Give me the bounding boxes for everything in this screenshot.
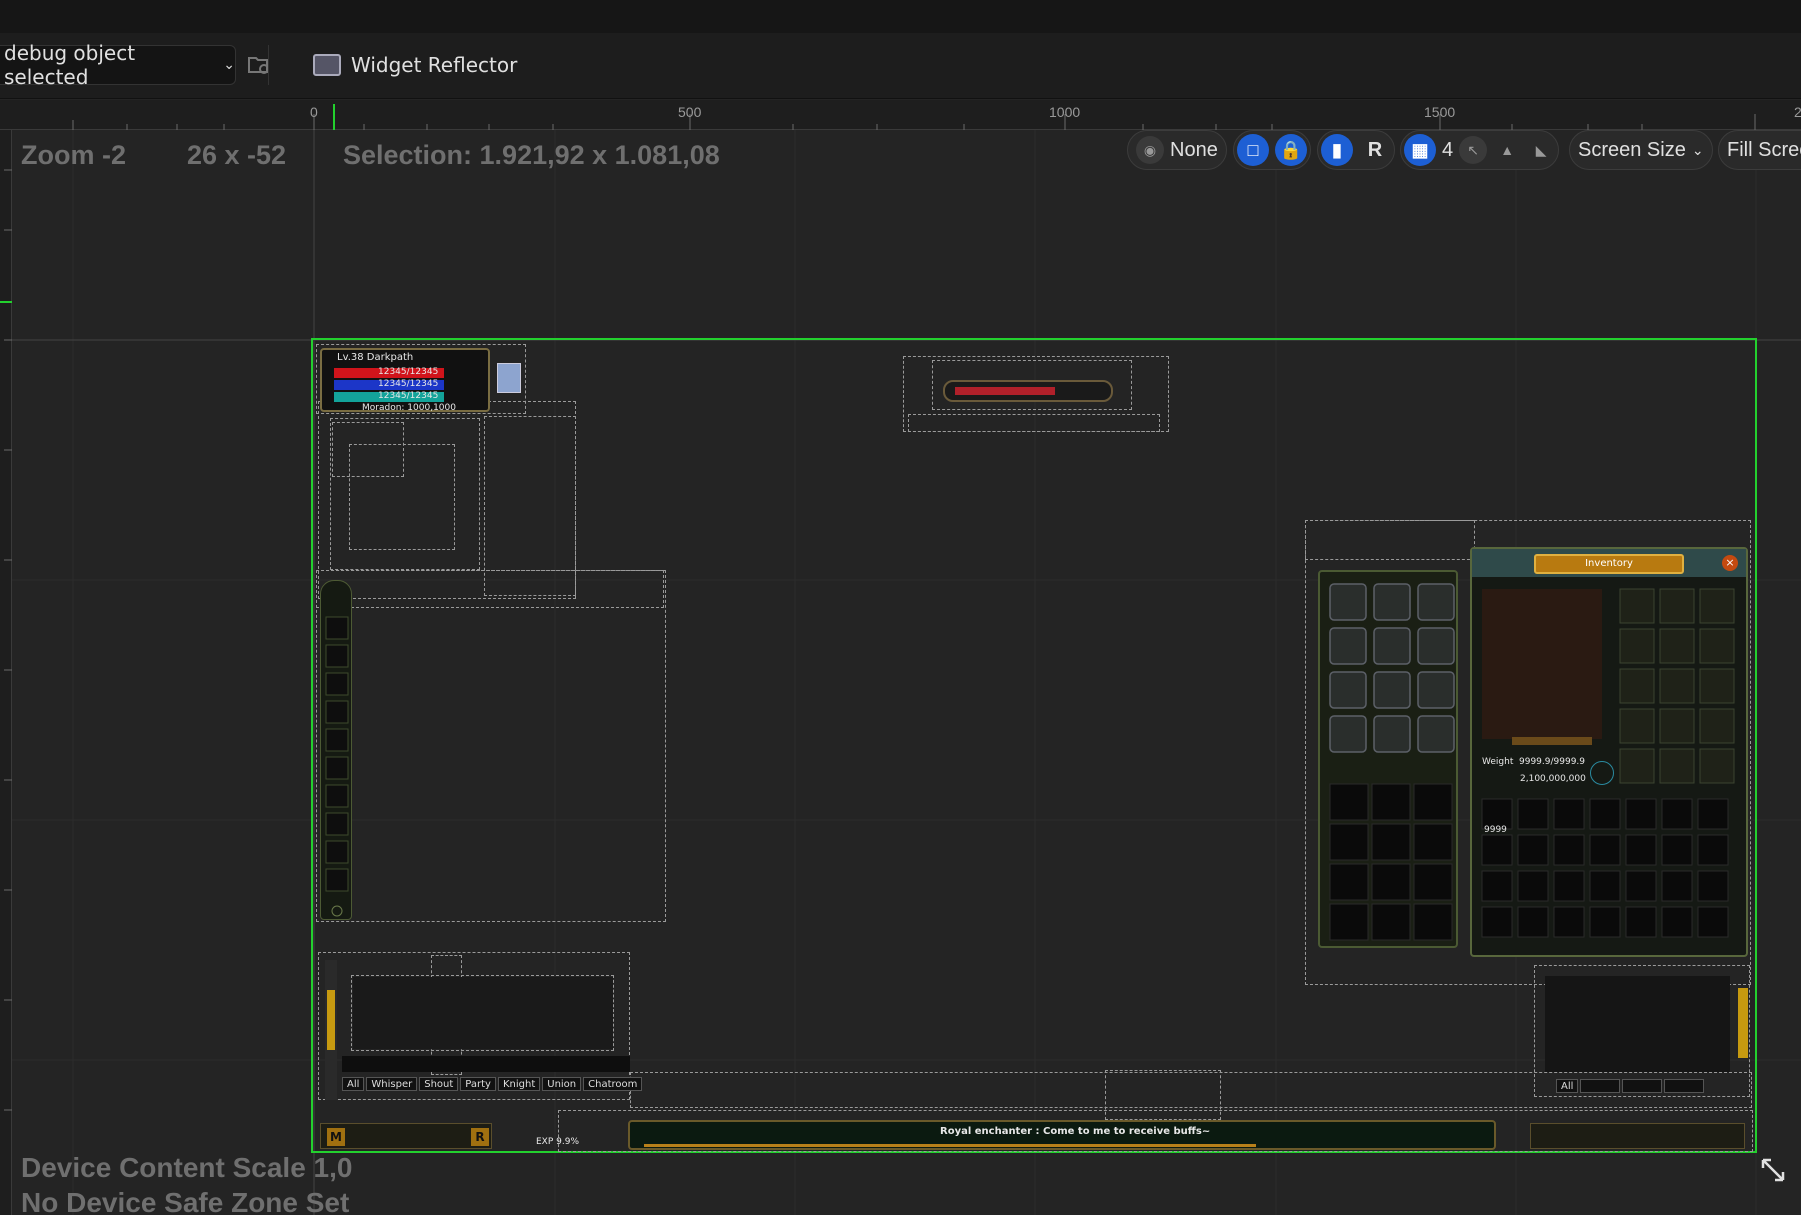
quick-menu-bar <box>1530 1123 1745 1149</box>
mail-icon[interactable] <box>497 363 521 393</box>
layout-lock-pill[interactable]: □ 🔒 <box>1233 130 1311 170</box>
right-chat-tabs: All <box>1556 1079 1705 1093</box>
preview-none-label: None <box>1170 138 1218 161</box>
target-hp-frame <box>943 380 1113 402</box>
zoom-level: Zoom -2 <box>21 140 126 170</box>
grid-snap-pill[interactable]: ▦ 4 ↖ ▲ ◣ <box>1400 130 1560 170</box>
right-chat-tab-all[interactable]: All <box>1556 1079 1579 1093</box>
inventory-window: Inventory × Weight 9999.9/9999.9 2,100,0… <box>1470 547 1748 957</box>
widget-reflector-label: Widget Reflector <box>351 53 518 77</box>
ranking-button[interactable]: R <box>471 1128 489 1146</box>
inventory-slot-grid <box>1481 588 1735 938</box>
skillbar-bounds[interactable] <box>316 570 666 922</box>
ruler-label-1000: 1000 <box>1049 104 1081 120</box>
layout-mode-icon[interactable]: ▮ <box>1321 134 1353 166</box>
grid-icon[interactable]: ▦ <box>1404 134 1436 166</box>
chevron-down-icon: ⌄ <box>223 57 235 73</box>
flip-icon[interactable]: ◣ <box>1527 136 1555 164</box>
image-icon[interactable]: ▲ <box>1493 136 1521 164</box>
inventory-header-bounds[interactable] <box>1305 520 1475 560</box>
widget-reflector-button[interactable]: Widget Reflector <box>313 49 517 81</box>
right-chat-tab-empty[interactable] <box>1580 1079 1621 1093</box>
chat-tab-shout[interactable]: Shout <box>419 1077 459 1091</box>
minimap-side-bounds[interactable] <box>484 416 576 596</box>
chat-tab-party[interactable]: Party <box>460 1077 496 1091</box>
target-hp-fill <box>955 387 1055 395</box>
device-content-scale: Device Content Scale 1,0 <box>21 1152 353 1183</box>
cursor-position: 26 x -52 <box>187 140 287 170</box>
exp-progress <box>644 1144 1256 1147</box>
preview-world-pill[interactable]: ◉ None <box>1127 130 1227 170</box>
right-chat-tab-empty[interactable] <box>1664 1079 1705 1093</box>
chat-tab-union[interactable]: Union <box>542 1077 582 1091</box>
grid-snap-value[interactable]: 4 <box>1442 139 1453 162</box>
target-bar-bottom-bounds[interactable] <box>908 414 1160 432</box>
ruler-label-500: 500 <box>678 104 702 120</box>
globe-icon: ◉ <box>1136 136 1164 164</box>
player-info-frame: Lv.38 Darkpath 12345/12345 12345/12345 1… <box>320 348 490 413</box>
screen-size-label: Screen Size <box>1578 138 1686 161</box>
chat-input[interactable] <box>342 1056 630 1072</box>
debug-dropdown-label: debug object selected <box>4 41 136 89</box>
mp-value: 12345/12345 <box>378 379 439 389</box>
right-chat-area <box>1545 976 1730 1072</box>
respect-locks-pill[interactable]: ▮ R <box>1317 130 1395 170</box>
hp-value: 12345/12345 <box>378 367 439 377</box>
fill-screen-dropdown[interactable]: Fill Scree <box>1718 130 1801 170</box>
skill-slot-column <box>325 616 349 917</box>
selection-size: Selection: 1.921,92 x 1.081,08 <box>343 140 720 170</box>
right-chat-tab-empty[interactable] <box>1622 1079 1663 1093</box>
chat-log <box>353 977 613 1049</box>
ruler-label-2000: 2 <box>1794 104 1801 120</box>
ruler-label-1500: 1500 <box>1424 104 1456 120</box>
safe-zone-status: No Device Safe Zone Set <box>21 1187 350 1215</box>
horizontal-ruler: 0 500 1000 1500 2 <box>0 100 1801 130</box>
fill-screen-label: Fill Scree <box>1727 138 1801 161</box>
chat-tab-all[interactable]: All <box>342 1077 365 1091</box>
toolbar-separator <box>268 45 269 85</box>
chevron-down-icon: ⌄ <box>1691 141 1704 158</box>
minimap-corner-bounds[interactable] <box>332 422 404 477</box>
ruler-label-0: 0 <box>310 104 318 120</box>
screen-size-dropdown[interactable]: Screen Size ⌄ <box>1569 130 1713 170</box>
debug-object-dropdown[interactable]: debug object selected ⌄ <box>0 41 236 89</box>
exp-percent: EXP 9.9% <box>536 1137 580 1147</box>
dashed-selection-icon[interactable]: □ <box>1237 134 1269 166</box>
chat-tab-whisper[interactable]: Whisper <box>366 1077 418 1091</box>
resize-icon[interactable] <box>1760 1157 1786 1183</box>
skill-column <box>320 580 352 920</box>
menu-button[interactable]: M <box>327 1128 345 1146</box>
chat-tab-knight[interactable]: Knight <box>497 1077 541 1091</box>
cursor-icon[interactable]: ↖ <box>1459 136 1488 164</box>
lock-icon[interactable]: 🔒 <box>1275 134 1307 166</box>
sp-value: 12345/12345 <box>378 391 439 401</box>
stack-count: 9999 <box>1484 825 1507 835</box>
vertical-ruler-ticks <box>0 169 12 1111</box>
notice-bar: Royal enchanter : Come to me to receive … <box>628 1120 1496 1150</box>
ruler-ticks <box>72 104 1756 130</box>
player-name: Lv.38 Darkpath <box>337 352 414 363</box>
menu-button-bar: M R <box>320 1123 492 1149</box>
location-label: Moradon: 1000,1000 <box>362 403 456 413</box>
chat-tabs: All Whisper Shout Party Knight Union Cha… <box>342 1077 643 1091</box>
notice-text: Royal enchanter : Come to me to receive … <box>940 1126 1211 1137</box>
chat-scroll-thumb[interactable] <box>327 990 335 1050</box>
r-toggle[interactable]: R <box>1359 139 1391 162</box>
chat-tab-chatroom[interactable]: Chatroom <box>583 1077 643 1091</box>
equipment-slot-grid <box>1329 583 1455 941</box>
title-bar <box>0 0 1801 33</box>
widget-reflector-icon <box>313 54 341 76</box>
vertical-ruler <box>0 130 12 1215</box>
right-chat-scrollbar[interactable] <box>1738 988 1748 1058</box>
equipment-panel <box>1318 570 1458 948</box>
chat-scrollbar[interactable] <box>325 960 337 1100</box>
